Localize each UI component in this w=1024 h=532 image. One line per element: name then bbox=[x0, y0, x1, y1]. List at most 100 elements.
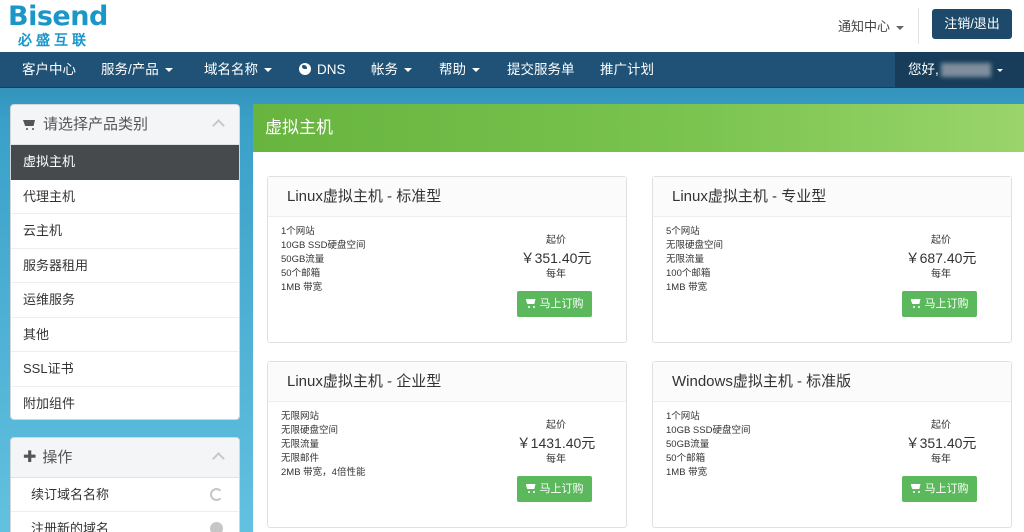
product-card: Linux虚拟主机 - 专业型 5个网站 无限硬盘空间 无限流量 100个邮箱 … bbox=[652, 176, 1012, 343]
order-button-label: 马上订购 bbox=[924, 298, 969, 310]
feature-item: 1MB 带宽 bbox=[281, 282, 323, 293]
sidebar-item-addons[interactable]: 附加组件 bbox=[11, 387, 239, 420]
order-button-label: 马上订购 bbox=[539, 483, 584, 495]
sidebar-item-ssl[interactable]: SSL证书 bbox=[11, 352, 239, 387]
chevron-down-icon bbox=[896, 25, 905, 30]
order-now-button[interactable]: 马上订购 bbox=[517, 291, 592, 317]
nav-affiliates[interactable]: 推广计划 bbox=[600, 52, 654, 88]
nav-label: DNS bbox=[317, 62, 346, 77]
price-value: ￥687.40元 bbox=[905, 250, 977, 266]
feature-item: 10GB SSD硬盘空间 bbox=[281, 240, 366, 251]
product-name: Windows虚拟主机 - 标准版 bbox=[653, 362, 1011, 402]
feature-item: 无限流量 bbox=[666, 254, 705, 265]
chevron-up-icon[interactable] bbox=[212, 119, 225, 132]
price-box: 起价 ￥687.40元 每年 bbox=[885, 234, 997, 282]
sidebar-item-cloud-host[interactable]: 云主机 bbox=[11, 214, 239, 249]
feature-item: 无限硬盘空间 bbox=[281, 425, 339, 436]
order-now-button[interactable]: 马上订购 bbox=[902, 476, 977, 502]
logo-subtitle: 必盛互联 bbox=[18, 32, 90, 48]
chevron-down-icon bbox=[164, 68, 173, 73]
chevron-down-icon bbox=[264, 68, 272, 73]
nav-label: 域名名称 bbox=[204, 62, 258, 77]
feature-item: 50个邮箱 bbox=[666, 453, 706, 464]
product-name: Linux虚拟主机 - 标准型 bbox=[268, 177, 626, 217]
cart-icon bbox=[526, 484, 537, 493]
plus-icon: ✚ bbox=[23, 449, 37, 466]
product-card: Windows虚拟主机 - 标准版 1个网站 10GB SSD硬盘空间 50GB… bbox=[652, 361, 1012, 528]
feature-item: 无限硬盘空间 bbox=[666, 240, 724, 251]
nav-submit-ticket[interactable]: 提交服务单 bbox=[507, 52, 575, 88]
actions-panel-header[interactable]: ✚ 操作 bbox=[11, 438, 239, 478]
actions-panel-title: 操作 bbox=[42, 449, 73, 466]
nav-label: 提交服务单 bbox=[507, 62, 575, 77]
category-panel-header[interactable]: 请选择产品类别 bbox=[11, 105, 239, 145]
sidebar-item-virtual-hosting[interactable]: 虚拟主机 bbox=[11, 145, 239, 180]
chevron-down-icon bbox=[472, 68, 480, 73]
price-period: 每年 bbox=[546, 269, 566, 280]
actions-panel: ✚ 操作 续订域名名称 注册新的域名 bbox=[10, 437, 240, 532]
feature-item: 50个邮箱 bbox=[281, 268, 321, 279]
price-from-label: 起价 bbox=[546, 420, 566, 431]
price-value: ￥351.40元 bbox=[905, 435, 977, 451]
refresh-icon bbox=[210, 488, 223, 501]
notifications-label: 通知中心 bbox=[838, 19, 891, 34]
product-name: Linux虚拟主机 - 企业型 bbox=[268, 362, 626, 402]
cart-icon bbox=[911, 484, 922, 493]
feature-item: 无限网站 bbox=[281, 411, 320, 422]
nav-label: 服务/产品 bbox=[101, 62, 159, 77]
redacted-username bbox=[940, 63, 991, 78]
feature-item: 无限流量 bbox=[281, 439, 320, 450]
action-register-domain[interactable]: 注册新的域名 bbox=[11, 512, 239, 532]
nav-dns[interactable]: DNS bbox=[299, 52, 346, 88]
main-content: 虚拟主机 Linux虚拟主机 - 标准型 1个网站 10GB SSD硬盘空间 5… bbox=[253, 104, 1024, 532]
feature-item: 5个网站 bbox=[666, 226, 700, 237]
cart-icon bbox=[526, 299, 537, 308]
product-card: Linux虚拟主机 - 企业型 无限网站 无限硬盘空间 无限流量 无限邮件 2M… bbox=[267, 361, 627, 528]
nav-help[interactable]: 帮助 bbox=[439, 52, 480, 88]
bisend-logo[interactable]: Bisend 必盛互联 bbox=[8, 2, 118, 49]
nav-label: 帐务 bbox=[371, 62, 398, 77]
feature-item: 2MB 带宽，4倍性能 bbox=[281, 467, 366, 478]
order-button-label: 马上订购 bbox=[539, 298, 584, 310]
feature-item: 50GB流量 bbox=[666, 439, 710, 450]
category-panel-title: 请选择产品类别 bbox=[43, 116, 149, 133]
action-renew-domain[interactable]: 续订域名名称 bbox=[11, 478, 239, 512]
sidebar-item-reseller-hosting[interactable]: 代理主机 bbox=[11, 180, 239, 214]
user-menu[interactable]: 您好, bbox=[895, 52, 1024, 88]
chevron-down-icon bbox=[996, 68, 1003, 72]
notifications-dropdown[interactable]: 通知中心 bbox=[838, 16, 905, 35]
nav-billing[interactable]: 帐务 bbox=[371, 52, 412, 88]
nav-client-center[interactable]: 客户中心 bbox=[22, 52, 76, 88]
feature-list: 无限网站 无限硬盘空间 无限流量 无限邮件 2MB 带宽，4倍性能 bbox=[281, 410, 365, 480]
nav-label: 帮助 bbox=[439, 62, 466, 77]
chevron-up-icon[interactable] bbox=[212, 452, 225, 465]
globe-icon bbox=[210, 522, 223, 532]
nav-label: 推广计划 bbox=[600, 62, 654, 77]
cart-icon bbox=[23, 120, 37, 130]
order-now-button[interactable]: 马上订购 bbox=[517, 476, 592, 502]
feature-item: 1MB 带宽 bbox=[666, 467, 708, 478]
nav-domains[interactable]: 域名名称 bbox=[204, 52, 272, 88]
price-from-label: 起价 bbox=[931, 420, 951, 431]
header-divider bbox=[918, 8, 919, 44]
logout-button[interactable]: 注销/退出 bbox=[932, 9, 1012, 39]
price-box: 起价 ￥1431.40元 每年 bbox=[500, 419, 612, 467]
action-label: 续订域名名称 bbox=[31, 487, 110, 502]
price-from-label: 起价 bbox=[931, 235, 951, 246]
sidebar-item-other[interactable]: 其他 bbox=[11, 318, 239, 352]
feature-item: 无限邮件 bbox=[281, 453, 320, 464]
main-nav: 客户中心 服务/产品 域名名称 DNS 帐务 帮助 提交服务单 推广计划 您好, bbox=[0, 52, 1024, 88]
cart-icon bbox=[911, 299, 922, 308]
price-from-label: 起价 bbox=[546, 235, 566, 246]
product-card: Linux虚拟主机 - 标准型 1个网站 10GB SSD硬盘空间 50GB流量… bbox=[267, 176, 627, 343]
sidebar-item-server-rental[interactable]: 服务器租用 bbox=[11, 249, 239, 283]
sidebar-item-ops-services[interactable]: 运维服务 bbox=[11, 283, 239, 318]
nav-services[interactable]: 服务/产品 bbox=[101, 52, 173, 88]
feature-item: 1MB 带宽 bbox=[666, 282, 708, 293]
globe-icon bbox=[299, 63, 311, 75]
feature-item: 10GB SSD硬盘空间 bbox=[666, 425, 751, 436]
order-now-button[interactable]: 马上订购 bbox=[902, 291, 977, 317]
nav-label: 客户中心 bbox=[22, 62, 76, 77]
price-period: 每年 bbox=[931, 269, 951, 280]
feature-list: 1个网站 10GB SSD硬盘空间 50GB流量 50个邮箱 1MB 带宽 bbox=[666, 410, 750, 480]
